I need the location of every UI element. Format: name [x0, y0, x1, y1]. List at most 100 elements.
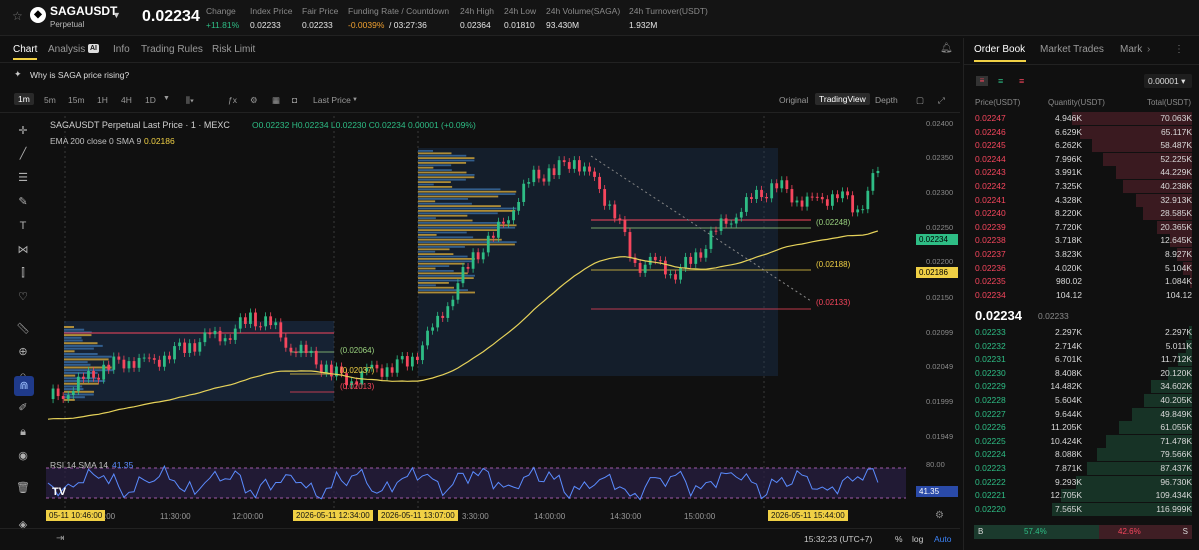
stat-index-label: Index Price [250, 6, 293, 16]
bid-row[interactable]: 0.02225 10.424K 71.478K [964, 434, 1199, 449]
precision-select[interactable]: 0.00001 ▾ [1144, 74, 1192, 88]
ask-row[interactable]: 0.02246 6.629K 65.117K [964, 125, 1199, 140]
price-axis[interactable]: 0.02400 0.02350 0.02300 0.02250 0.02200 … [916, 116, 960, 526]
ask-row[interactable]: 0.02240 8.220K 28.585K [964, 207, 1199, 221]
interval-5m[interactable]: 5m [44, 95, 56, 105]
bid-row[interactable]: 0.02224 8.088K 79.566K [964, 448, 1199, 462]
trend-line-icon[interactable]: ╱ [16, 147, 30, 161]
chevron-right-icon[interactable]: › [1147, 44, 1150, 55]
interval-dropdown-icon[interactable]: ▼ [163, 95, 170, 102]
view-depth[interactable]: Depth [875, 95, 898, 105]
ask-row[interactable]: 0.02236 4.020K 5.104K [964, 261, 1199, 276]
ask-row[interactable]: 0.02235 980.02 1.084K [964, 275, 1199, 289]
pencil-lock-icon[interactable]: ✐ [16, 401, 30, 415]
pattern-icon[interactable]: ⋈ [16, 243, 30, 257]
bid-row[interactable]: 0.02227 9.644K 49.849K [964, 407, 1199, 422]
view-tradingview[interactable]: TradingView [815, 93, 870, 105]
lock-drawing-icon[interactable]: ⋒ [14, 376, 34, 396]
ai-question-banner[interactable]: Why is SAGA price rising? [30, 70, 129, 80]
eye-icon[interactable]: ◉ [16, 449, 30, 463]
rsi-upper-tick: 80.00 [926, 460, 945, 469]
bid-row[interactable]: 0.02228 5.604K 40.205K [964, 394, 1199, 408]
layout-icon[interactable]: ▦ [272, 95, 280, 106]
fullscreen-icon[interactable]: ⤢ [938, 95, 945, 106]
bid-row[interactable]: 0.02222 9.293K 96.730K [964, 475, 1199, 490]
tab-chart[interactable]: Chart [13, 44, 37, 55]
settings-icon[interactable]: ⚙ [250, 95, 258, 106]
bid-row[interactable]: 0.02220 7.565K 116.999K [964, 502, 1199, 517]
price-chart[interactable] [46, 116, 916, 526]
bid-row[interactable]: 0.02221 12.705K 109.434K [964, 489, 1199, 503]
bid-row[interactable]: 0.02229 14.482K 34.602K [964, 380, 1199, 394]
tab-trading-rules[interactable]: Trading Rules [141, 44, 203, 55]
tab-risk-limit[interactable]: Risk Limit [212, 44, 255, 55]
price-type-dropdown-icon[interactable]: ▼ [352, 97, 358, 103]
volume-profile-bar [418, 152, 452, 155]
brush-icon[interactable]: ✎ [16, 195, 30, 209]
crosshair-icon[interactable]: ✛ [16, 124, 30, 138]
candle-body [466, 266, 470, 269]
favorite-star-icon[interactable]: ☆ [12, 9, 23, 23]
tab-mark[interactable]: Mark [1120, 44, 1142, 55]
percent-toggle[interactable]: % [895, 534, 903, 544]
view-both-icon[interactable]: ≡ [976, 76, 988, 86]
tab-market-trades[interactable]: Market Trades [1040, 44, 1104, 55]
interval-4h[interactable]: 4H [121, 95, 132, 105]
bell-icon[interactable]: 🔔︎ [940, 43, 953, 54]
tab-analysis[interactable]: Analysis [48, 44, 85, 55]
goto-date-icon[interactable]: ⇥ [56, 533, 64, 544]
axis-settings-icon[interactable]: ⚙ [935, 510, 944, 521]
horizontal-lines-icon[interactable]: ☰ [16, 171, 30, 185]
bid-row[interactable]: 0.02231 6.701K 11.712K [964, 353, 1199, 367]
bid-row[interactable]: 0.02230 8.408K 20.120K [964, 366, 1199, 381]
ask-row[interactable]: 0.02234 104.12 104.12 [964, 289, 1199, 303]
interval-1h[interactable]: 1H [97, 95, 108, 105]
view-asks-icon[interactable]: ≡ [1019, 76, 1024, 86]
trash-icon[interactable]: 🗑︎ [16, 481, 30, 495]
layers-icon[interactable]: ◈ [16, 518, 30, 532]
more-icon[interactable]: ⋮ [1174, 44, 1184, 55]
volume-profile-bar [418, 277, 474, 279]
heart-icon[interactable]: ♡ [16, 290, 30, 304]
zoom-in-icon[interactable]: ⊕ [16, 345, 30, 359]
ask-row[interactable]: 0.02244 7.996K 52.225K [964, 152, 1199, 167]
view-original[interactable]: Original [779, 95, 808, 105]
forecast-icon[interactable]: ⫿ [16, 266, 30, 280]
ask-row[interactable]: 0.02241 4.328K 32.913K [964, 193, 1199, 208]
bid-row[interactable]: 0.02233 2.297K 2.297K [964, 326, 1199, 340]
auto-toggle[interactable]: Auto [934, 534, 952, 544]
ask-row[interactable]: 0.02243 3.991K 44.229K [964, 166, 1199, 180]
camera-icon[interactable]: ◘ [292, 95, 297, 105]
tab-order-book[interactable]: Order Book [974, 44, 1025, 55]
indicators-icon[interactable]: ƒx [228, 95, 237, 105]
ask-quantity: 4.946K [1055, 113, 1082, 123]
tab-info[interactable]: Info [113, 44, 130, 55]
sparkle-icon: ✦ [14, 69, 22, 79]
bid-row[interactable]: 0.02223 7.871K 87.437K [964, 462, 1199, 476]
price-type-select[interactable]: Last Price [313, 95, 351, 105]
volume-profile-bar [418, 212, 498, 215]
text-icon[interactable]: T [16, 219, 30, 233]
chart-type-icon[interactable]: ⫼▾ [186, 95, 194, 106]
view-bids-icon[interactable]: ≡ [998, 76, 1003, 86]
symbol-name[interactable]: SAGAUSDT [50, 4, 117, 18]
ask-row[interactable]: 0.02245 6.262K 58.487K [964, 139, 1199, 153]
interval-1d[interactable]: 1D [145, 95, 156, 105]
clock-readout[interactable]: 15:32:23 (UTC+7) [804, 534, 872, 544]
ask-row[interactable]: 0.02238 3.718K 12.645K [964, 234, 1199, 248]
bid-row[interactable]: 0.02226 11.205K 61.055K [964, 421, 1199, 435]
ruler-icon[interactable]: 📏︎ [16, 322, 30, 336]
symbol-dropdown-icon[interactable]: ▼ [112, 10, 121, 20]
ask-row[interactable]: 0.02239 7.720K 20.365K [964, 220, 1199, 235]
ask-row[interactable]: 0.02247 4.946K 70.063K [964, 112, 1199, 126]
interval-1m[interactable]: 1m [14, 93, 34, 105]
bid-row[interactable]: 0.02232 2.714K 5.011K [964, 339, 1199, 354]
volume-profile-bar [418, 291, 476, 294]
ask-row[interactable]: 0.02237 3.823K 8.927K [964, 248, 1199, 262]
log-toggle[interactable]: log [912, 534, 923, 544]
y-tick: 0.02400 [926, 119, 954, 128]
lock-icon[interactable]: 🔒︎ [16, 425, 30, 439]
ask-row[interactable]: 0.02242 7.325K 40.238K [964, 180, 1199, 194]
interval-15m[interactable]: 15m [68, 95, 85, 105]
panel-layout-icon[interactable]: ▢ [916, 95, 924, 106]
